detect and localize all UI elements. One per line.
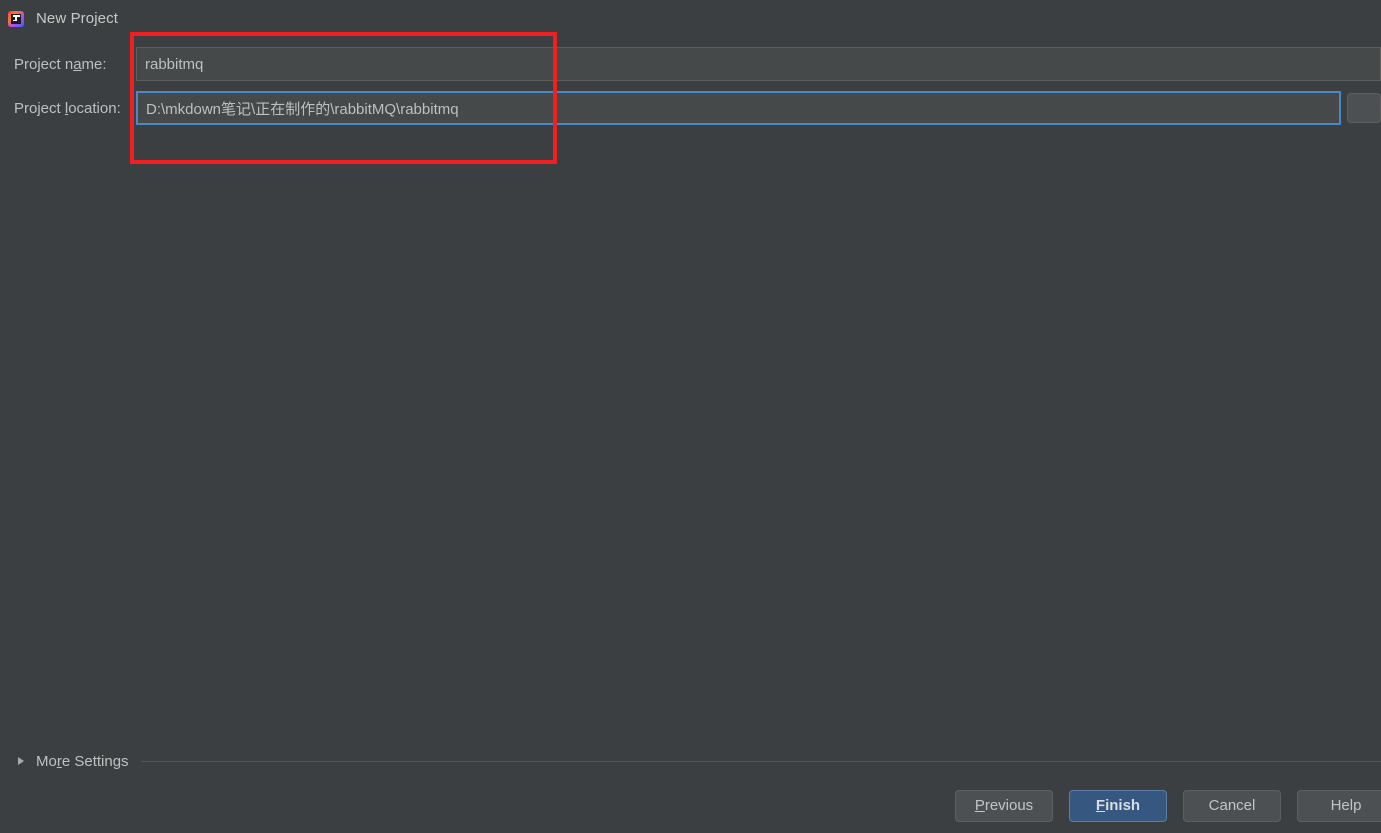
dialog-title: New Project xyxy=(36,10,118,27)
finish-button-label-suffix: inish xyxy=(1105,797,1141,814)
project-name-label-prefix: Project n xyxy=(14,55,74,73)
dialog-button-bar: Previous Finish Cancel Help xyxy=(0,778,1381,833)
more-settings-label: More Settings xyxy=(36,753,129,770)
intellij-idea-icon xyxy=(8,10,24,27)
finish-button[interactable]: Finish xyxy=(1069,789,1167,822)
project-name-row: Project name: rabbitmq xyxy=(0,47,1381,81)
project-name-label-mnemonic: a xyxy=(73,55,82,73)
previous-button-label-suffix: revious xyxy=(984,797,1034,814)
cancel-button[interactable]: Cancel xyxy=(1183,789,1281,822)
more-settings-label-prefix: Mo xyxy=(36,752,57,770)
chevron-right-icon[interactable] xyxy=(18,757,24,765)
project-name-label: Project name: xyxy=(0,56,136,73)
help-button[interactable]: Help xyxy=(1297,789,1381,822)
section-divider xyxy=(140,760,1381,762)
dialog-title-bar: New Project xyxy=(0,0,1381,37)
project-location-label: Project location: xyxy=(0,100,136,117)
help-button-label: Help xyxy=(1330,797,1362,814)
previous-button-label-mnemonic: P xyxy=(974,797,985,814)
cancel-button-label: Cancel xyxy=(1208,797,1256,814)
project-location-label-prefix: Project xyxy=(14,99,65,117)
project-name-label-suffix: me: xyxy=(81,55,107,73)
more-settings-label-suffix: e Settings xyxy=(61,752,129,770)
previous-button[interactable]: Previous xyxy=(955,789,1053,822)
finish-button-label-mnemonic: F xyxy=(1095,797,1106,814)
project-location-label-suffix: ocation: xyxy=(68,99,121,117)
project-name-input[interactable]: rabbitmq xyxy=(136,47,1381,81)
more-settings-section[interactable]: More Settings xyxy=(0,748,1381,774)
project-location-row: Project location: D:\mkdown笔记\正在制作的\rabb… xyxy=(0,91,1381,125)
folder-browse-icon[interactable] xyxy=(1347,93,1381,123)
project-location-input[interactable]: D:\mkdown笔记\正在制作的\rabbitMQ\rabbitmq xyxy=(136,91,1341,125)
